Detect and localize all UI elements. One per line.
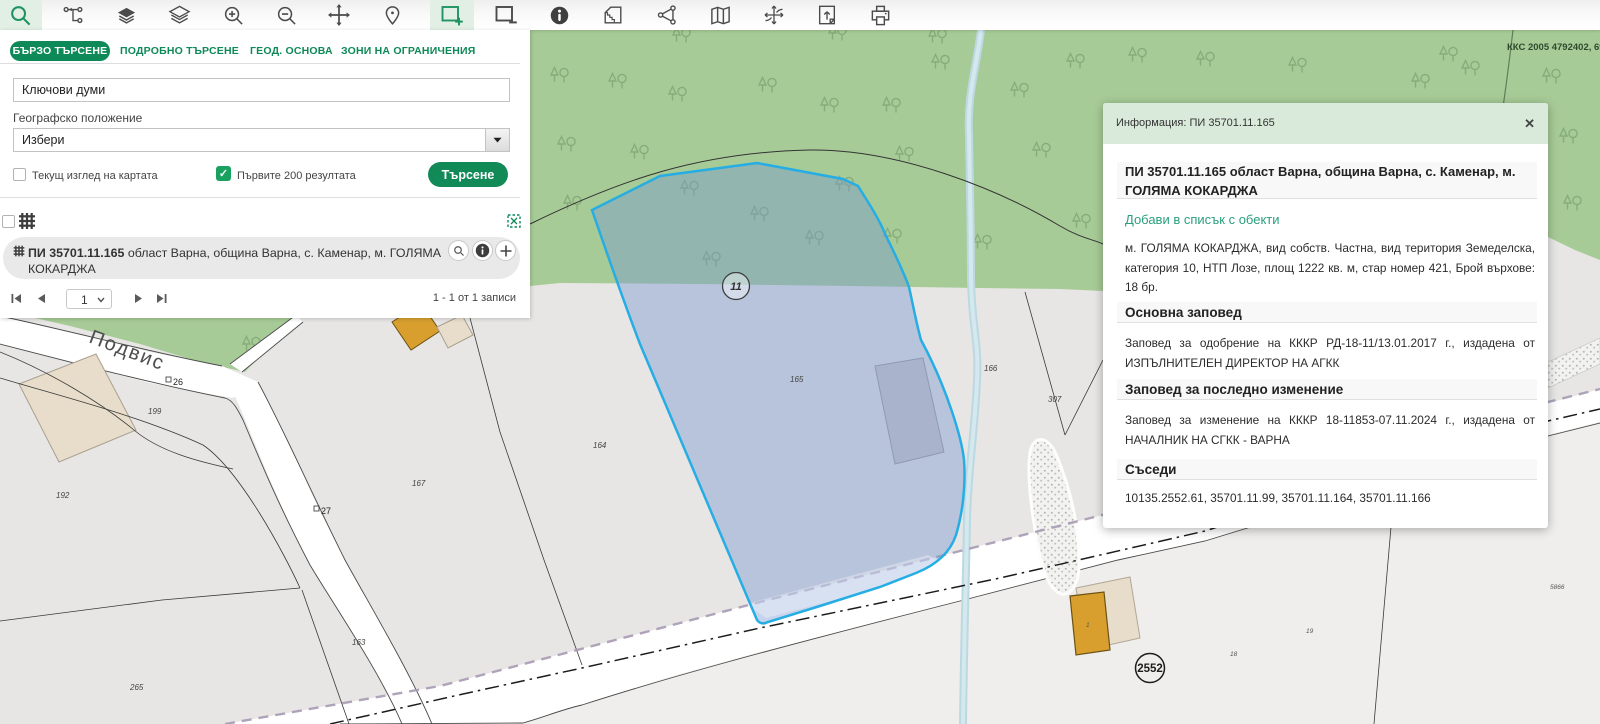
svg-text:199: 199	[148, 407, 162, 416]
svg-text:2552: 2552	[1137, 663, 1163, 675]
svg-text:27: 27	[321, 506, 331, 516]
svg-text:26: 26	[173, 377, 183, 387]
svg-text:11: 11	[730, 281, 741, 293]
svg-text:5866: 5866	[1550, 584, 1565, 591]
svg-text:307: 307	[1048, 395, 1062, 404]
svg-text:ККС 2005 4792402, 696: ККС 2005 4792402, 696	[1507, 42, 1600, 53]
svg-text:164: 164	[593, 441, 607, 450]
svg-text:167: 167	[412, 479, 426, 488]
svg-text:265: 265	[129, 683, 144, 692]
svg-text:165: 165	[790, 375, 804, 384]
svg-text:163: 163	[352, 638, 366, 647]
svg-text:19: 19	[1306, 628, 1314, 635]
svg-text:1: 1	[1086, 622, 1090, 629]
svg-text:166: 166	[984, 364, 998, 373]
svg-text:192: 192	[56, 491, 70, 500]
svg-text:18: 18	[1230, 651, 1238, 658]
